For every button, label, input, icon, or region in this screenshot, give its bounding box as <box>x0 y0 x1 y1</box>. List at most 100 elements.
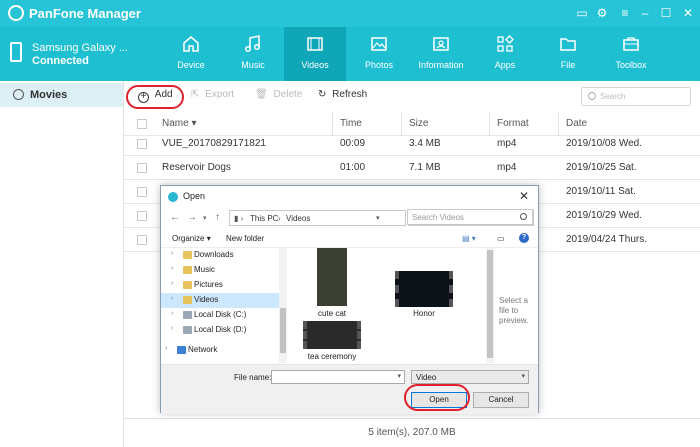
breadcrumb-videos[interactable]: Videos <box>286 214 310 223</box>
file-name-input[interactable]: ▾ <box>271 370 405 384</box>
tab-file[interactable]: File <box>537 27 599 81</box>
highlight-oval-open <box>404 384 470 411</box>
phone-icon <box>10 42 22 62</box>
navigation-pane: › Downloads › Music › Pictures › Videos … <box>161 248 281 363</box>
dialog-close-icon[interactable]: ✕ <box>519 189 529 203</box>
tab-information-label: Information <box>418 60 464 70</box>
nav-item-pictures[interactable]: › Pictures <box>161 278 279 293</box>
nav-item-videos[interactable]: › Videos <box>161 293 279 308</box>
tab-videos[interactable]: Videos <box>284 27 346 81</box>
menu-icon[interactable]: ≡ <box>617 5 633 21</box>
col-size[interactable]: Size <box>409 118 428 129</box>
col-format[interactable]: Format <box>497 118 529 129</box>
status-text: 5 item(s), 207.0 MB <box>368 427 456 438</box>
address-bar[interactable]: ▮ › This PC › Videos ▾ <box>229 210 406 226</box>
nav-item-local-disk-c[interactable]: › Local Disk (C:) <box>161 308 279 323</box>
new-folder-button[interactable]: New folder <box>226 234 264 243</box>
row-checkbox[interactable] <box>137 235 147 245</box>
export-label: Export <box>205 89 235 100</box>
file-name: tea ceremony <box>307 352 357 361</box>
nav-item-network[interactable]: › Network <box>161 343 279 358</box>
scrollbar-thumb[interactable] <box>280 308 286 353</box>
maximize-icon[interactable]: ☐ <box>658 5 674 21</box>
app-icon <box>168 192 178 202</box>
search-input[interactable]: Search <box>581 87 691 106</box>
feedback-icon[interactable]: ▭ <box>574 5 590 21</box>
col-time[interactable]: Time <box>340 118 362 129</box>
nav-item-downloads[interactable]: › Downloads <box>161 248 279 263</box>
nav-item-label: Network <box>188 345 218 354</box>
view-options-icon[interactable]: ▤ ▾ <box>462 234 476 243</box>
delete-button[interactable]: 🗑 Delete <box>255 89 302 105</box>
status-bar: 5 item(s), 207.0 MB <box>124 418 700 447</box>
row-size: 7.1 MB <box>409 162 441 173</box>
tab-apps-label: Apps <box>494 60 516 70</box>
back-arrow-icon[interactable]: ← <box>170 212 180 223</box>
row-time: 01:00 <box>340 162 366 173</box>
breadcrumb-this-pc[interactable]: This PC <box>250 214 278 223</box>
tab-device-label: Device <box>177 60 205 70</box>
help-icon[interactable]: ? <box>519 233 529 243</box>
drive-icon <box>183 326 192 334</box>
refresh-button[interactable]: ↻ Refresh <box>318 89 367 105</box>
cancel-button[interactable]: Cancel <box>473 392 529 408</box>
table-row[interactable]: VUE_20170829171821 00:09 3.4 MB mp4 2019… <box>124 132 700 156</box>
dialog-title: Open <box>183 191 206 201</box>
nav-item-music[interactable]: › Music <box>161 263 279 278</box>
row-checkbox[interactable] <box>137 211 147 221</box>
tab-toolbox[interactable]: Toolbox <box>600 27 662 81</box>
app-title: PanFone Manager <box>29 6 141 21</box>
settings-gear-icon[interactable]: ⚙ <box>594 5 610 21</box>
sidebar-item-movies[interactable]: Movies <box>0 83 123 107</box>
disc-icon <box>13 89 24 100</box>
recent-dropdown-icon[interactable]: ▾ <box>203 214 207 222</box>
nav-item-label: Videos <box>194 295 219 304</box>
export-button[interactable]: ⇱ Export <box>191 89 234 105</box>
col-date[interactable]: Date <box>566 118 587 129</box>
trash-icon: 🗑 <box>255 89 268 100</box>
row-time: 00:09 <box>340 138 366 149</box>
forward-arrow-icon[interactable]: → <box>187 212 197 223</box>
nav-item-label: Local Disk (C:) <box>194 310 247 319</box>
tab-music[interactable]: Music <box>222 27 284 81</box>
nav-item-label: Music <box>194 265 215 274</box>
dialog-footer: File name: ▾ Video ▾ Open Cancel <box>161 364 538 414</box>
video-thumbnail <box>303 321 361 349</box>
tab-device[interactable]: Device <box>160 27 222 81</box>
row-checkbox[interactable] <box>137 187 147 197</box>
nav-pane-scrollbar[interactable] <box>279 248 287 363</box>
file-list-scrollbar[interactable] <box>486 248 494 363</box>
pictures-folder-icon <box>183 281 192 289</box>
tab-apps[interactable]: Apps <box>474 27 536 81</box>
organize-menu[interactable]: Organize ▾ <box>172 234 211 243</box>
dialog-search-input[interactable]: Search Videos <box>407 209 533 225</box>
downloads-folder-icon <box>183 251 192 259</box>
tab-videos-label: Videos <box>301 60 329 70</box>
row-checkbox[interactable] <box>137 139 147 149</box>
nav-item-local-disk-d[interactable]: › Local Disk (D:) <box>161 323 279 338</box>
search-placeholder: Search <box>600 92 626 101</box>
file-type-select[interactable]: Video ▾ <box>411 370 529 384</box>
dialog-search-placeholder: Search Videos <box>412 213 464 222</box>
minimize-icon[interactable]: – <box>637 5 653 21</box>
close-icon[interactable]: ✕ <box>680 5 696 21</box>
file-type-value: Video <box>416 373 437 382</box>
nav-item-label: Local Disk (D:) <box>194 325 247 334</box>
scrollbar-thumb[interactable] <box>487 250 493 358</box>
address-dropdown-icon[interactable]: ▾ <box>376 214 380 222</box>
tab-information[interactable]: Information <box>410 27 472 81</box>
title-bar: PanFone Manager ▭ ⚙ ≡ – ☐ ✕ <box>0 0 700 27</box>
delete-label: Delete <box>273 89 303 100</box>
chevron-down-icon[interactable]: ▾ <box>397 372 401 380</box>
device-selector[interactable]: Samsung Galaxy ... Connected <box>0 27 160 81</box>
table-row[interactable]: Reservoir Dogs 01:00 7.1 MB mp4 2019/10/… <box>124 156 700 180</box>
preview-pane: Select a file to preview. <box>497 248 539 363</box>
select-all-checkbox[interactable] <box>137 119 147 129</box>
row-checkbox[interactable] <box>137 163 147 173</box>
row-date: 2019/04/24 Thurs. <box>566 234 647 245</box>
up-arrow-icon[interactable]: ↑ <box>215 212 220 223</box>
tab-photos[interactable]: Photos <box>348 27 410 81</box>
contact-card-icon <box>433 37 449 51</box>
col-name[interactable]: Name ▾ <box>162 118 197 129</box>
preview-pane-icon[interactable]: ▭ <box>497 234 505 243</box>
